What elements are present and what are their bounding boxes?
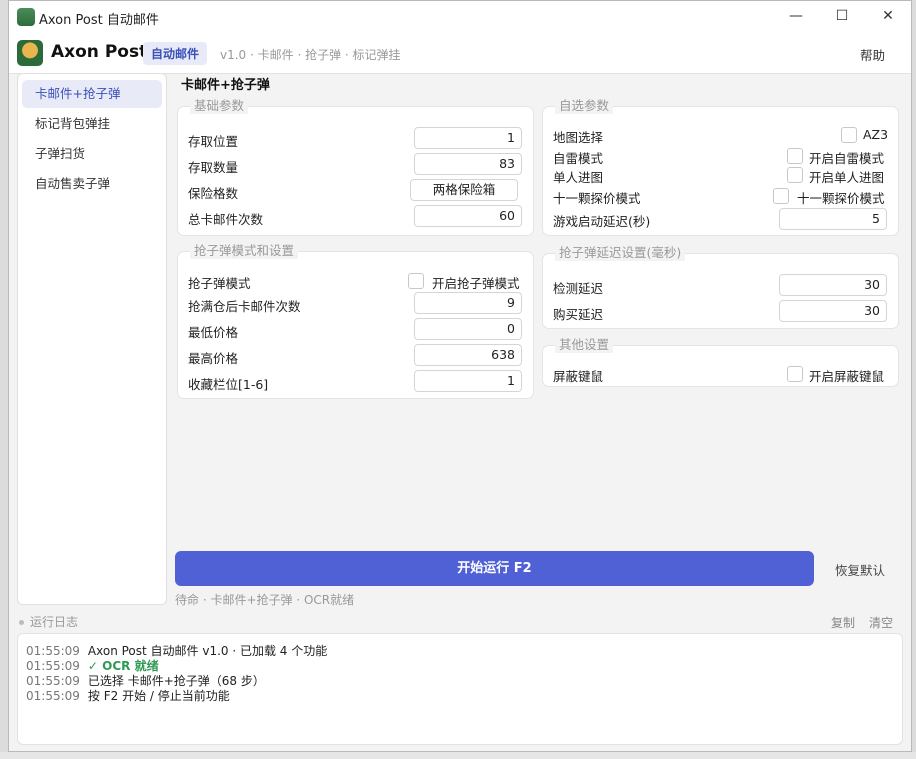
log-text: 已选择 卡邮件+抢子弹（68 步） [87,674,265,688]
clear-log-button[interactable]: 清空 [869,616,893,630]
panel-legend: 基础参数 [190,98,249,114]
safe-slots-select[interactable]: 两格保险箱 [410,179,518,201]
row-label: 存取位置 [188,134,239,149]
log-time: 01:55:09 [26,689,80,703]
detect-delay-field[interactable]: 30 [779,274,887,296]
auto-mine-checkbox-label: 开启自雷模式 [809,151,885,166]
grab-mode-checkbox-label: 开启抢子弹模式 [432,276,520,291]
panel-legend: 抢子弹延迟设置(毫秒) [555,245,686,261]
access-quantity-field[interactable]: 83 [414,153,522,175]
log-time: 01:55:09 [26,674,80,688]
brand-name: Axon Post [51,42,148,62]
breadcrumb: v1.0 · 卡邮件 · 抢子弹 · 标记弹挂 [220,48,401,62]
single-player-checkbox[interactable] [787,167,803,183]
access-position-field[interactable]: 1 [414,127,522,149]
status-text: 待命 · 卡邮件+抢子弹 · OCR就绪 [175,593,355,607]
help-button[interactable]: 帮助 [860,45,885,64]
sidebar-item-ammo-sweep[interactable]: 子弹扫货 [22,140,162,168]
sidebar-item-mail-grab[interactable]: 卡邮件+抢子弹 [22,80,162,108]
row-label: 自雷模式 [553,151,604,166]
window-title: Axon Post 自动邮件 [39,13,159,28]
row-label: 最低价格 [188,325,239,340]
reset-defaults-button[interactable]: 恢复默认 [835,560,885,579]
row-label: 检测延迟 [553,281,604,296]
minimize-button[interactable]: — [773,1,819,33]
row-label: 游戏启动延迟(秒) [553,214,651,229]
background-strip [0,752,916,759]
map-value: AZ3 [863,127,889,142]
map-checkbox[interactable] [841,127,857,143]
sidebar-item-auto-sell[interactable]: 自动售卖子弹 [22,170,162,198]
row-label: 存取数量 [188,160,239,175]
buy-delay-field[interactable]: 30 [779,300,887,322]
copy-log-button[interactable]: 复制 [831,616,855,630]
log-actions: 复制 清空 [817,614,893,631]
logo-icon [17,40,43,66]
other-settings-panel: 其他设置 屏蔽键鼠 开启屏蔽键鼠 [542,337,899,387]
row-label: 屏蔽键鼠 [553,369,604,384]
tab-auto-mail[interactable]: 自动邮件 [143,42,208,65]
sidebar: 卡邮件+抢子弹 标记背包弹挂 子弹扫货 自动售卖子弹 [17,73,167,605]
log-text: 按 F2 开始 / 停止当前功能 [87,689,230,703]
panel-legend: 自选参数 [555,98,614,114]
app-window: Axon Post 自动邮件 — ☐ ✕ Axon Post 自动邮件 v1.0… [8,0,912,752]
row-label: 总卡邮件次数 [188,212,264,227]
start-run-button[interactable]: 开始运行 F2 [175,551,814,586]
page-title: 卡邮件+抢子弹 [181,78,270,93]
price-probe-checkbox-label: 十一颗探价模式 [797,191,885,206]
grab-delay-panel: 抢子弹延迟设置(毫秒) 检测延迟 30 购买延迟 30 [542,245,899,329]
log-box[interactable]: 01:55:09 Axon Post 自动邮件 v1.0 · 已加载 4 个功能 … [17,633,903,745]
optional-params-panel: 自选参数 地图选择 AZ3 自雷模式 开启自雷模式 单人进图 开启单人进图 十一… [542,98,899,236]
panel-legend: 抢子弹模式和设置 [190,243,299,259]
row-label: 十一颗探价模式 [553,191,641,206]
log-text: ✓ OCR 就绪 [87,659,159,673]
log-line: 01:55:09 按 F2 开始 / 停止当前功能 [26,687,230,704]
app-icon [17,8,35,26]
auto-mine-checkbox[interactable] [787,148,803,164]
row-label: 抢子弹模式 [188,276,251,291]
row-label: 最高价格 [188,351,239,366]
max-price-field[interactable]: 638 [414,344,522,366]
block-input-checkbox[interactable] [787,366,803,382]
basic-params-panel: 基础参数 存取位置 1 存取数量 83 保险格数 两格保险箱 总卡邮件次数 60 [177,98,534,236]
log-title: 运行日志 [30,615,79,629]
maximize-button[interactable]: ☐ [819,1,865,33]
min-price-field[interactable]: 0 [414,318,522,340]
row-label: 购买延迟 [553,307,604,322]
log-header: 运行日志 [19,613,78,630]
log-time: 01:55:09 [26,644,80,658]
grab-mode-checkbox[interactable] [408,273,424,289]
status-dot-icon [19,620,24,625]
row-label: 保险格数 [188,186,239,201]
total-mail-count-field[interactable]: 60 [414,205,522,227]
price-probe-checkbox[interactable] [773,188,789,204]
panel-legend: 其他设置 [555,337,614,353]
close-button[interactable]: ✕ [865,1,911,33]
row-label: 收藏栏位[1-6] [188,377,269,392]
block-input-checkbox-label: 开启屏蔽键鼠 [809,369,885,384]
app-header: Axon Post 自动邮件 v1.0 · 卡邮件 · 抢子弹 · 标记弹挂 帮… [9,33,911,74]
launch-delay-field[interactable]: 5 [779,208,887,230]
favorite-slot-field[interactable]: 1 [414,370,522,392]
log-time: 01:55:09 [26,659,80,673]
single-player-checkbox-label: 开启单人进图 [809,170,885,185]
title-bar[interactable]: Axon Post 自动邮件 — ☐ ✕ [9,1,911,33]
row-label: 抢满仓后卡邮件次数 [188,299,301,314]
full-mail-count-field[interactable]: 9 [414,292,522,314]
grab-mode-panel: 抢子弹模式和设置 抢子弹模式 开启抢子弹模式 抢满仓后卡邮件次数 9 最低价格 … [177,243,534,399]
row-label: 单人进图 [553,170,604,185]
log-text: Axon Post 自动邮件 v1.0 · 已加载 4 个功能 [87,644,328,658]
row-label: 地图选择 [553,130,604,145]
sidebar-item-mark-bag[interactable]: 标记背包弹挂 [22,110,162,138]
